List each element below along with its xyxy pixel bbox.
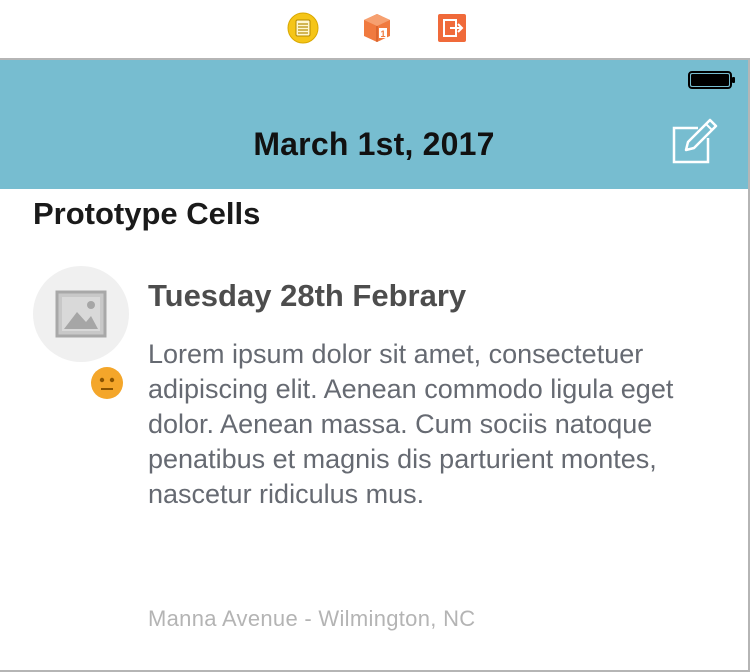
compose-icon[interactable] bbox=[670, 118, 718, 166]
exit-icon[interactable] bbox=[436, 12, 468, 44]
svg-text:1: 1 bbox=[380, 29, 385, 39]
image-placeholder-icon bbox=[55, 290, 107, 338]
cell-title: Tuesday 28th Febrary bbox=[148, 278, 467, 313]
cell-location: Manna Avenue - Wilmington, NC bbox=[148, 606, 476, 631]
avatar[interactable] bbox=[33, 266, 129, 362]
view-controller-icon[interactable] bbox=[287, 12, 319, 44]
neutral-face-icon bbox=[91, 367, 123, 399]
first-responder-icon[interactable]: 1 bbox=[361, 12, 393, 44]
navigation-bar: March 1st, 2017 bbox=[0, 60, 748, 189]
cell-body: Lorem ipsum dolor sit amet, consectetuer… bbox=[148, 339, 674, 509]
scene-dock: 1 bbox=[0, 0, 754, 58]
device-frame: March 1st, 2017 Prototype Cells Tuesday … bbox=[0, 58, 750, 672]
section-title: Prototype Cells bbox=[33, 196, 261, 231]
battery-icon bbox=[688, 71, 735, 89]
nav-title: March 1st, 2017 bbox=[253, 126, 495, 162]
